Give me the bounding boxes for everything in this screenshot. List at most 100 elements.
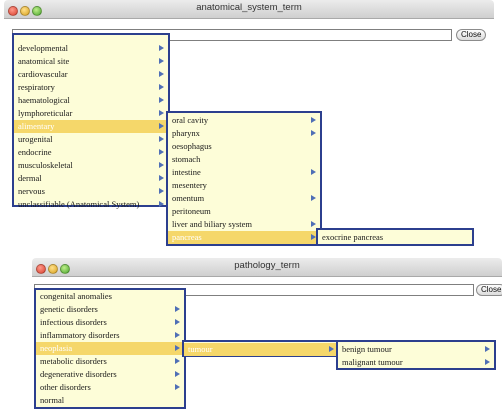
menu-item-label: nervous [18,186,45,196]
menu-item-normal[interactable]: normal [36,394,184,407]
menu-item-label: infectious disorders [40,317,107,327]
anatomical-menu-level-2: oral cavity pharynx oesophagus stomach intes… [166,111,322,246]
menu-item-other-disorders[interactable]: other disorders [36,381,184,394]
menu-item-label: anatomical site [18,56,70,66]
submenu-arrow-icon [311,169,316,175]
submenu-arrow-icon [175,319,180,325]
pathology-menu-level-1: congenital anomalies genetic disorders inf… [34,288,186,409]
menu-item-label: unclassifiable (Anatomical System) [18,199,140,209]
menu-item-metabolic-disorders[interactable]: metabolic disorders [36,355,184,368]
menu-item-label: omentum [172,193,205,203]
window-title: pathology_term [234,260,300,271]
menu-item-lymphoreticular[interactable]: lymphoreticular [14,107,168,120]
menu-item-label: genetic disorders [40,304,98,314]
close-button[interactable]: Close [456,29,487,41]
menu-item-cardiovascular[interactable]: cardiovascular [14,68,168,81]
menu-item-mesentery[interactable]: mesentery [168,179,320,192]
menu-item-congenital-anomalies[interactable]: congenital anomalies [36,290,184,303]
window-titlebar[interactable]: pathology_term [32,258,502,277]
menu-item-dermal[interactable]: dermal [14,172,168,185]
menu-item-degenerative-disorders[interactable]: degenerative disorders [36,368,184,381]
menu-item-endocrine[interactable]: endocrine [14,146,168,159]
menu-item-intestine[interactable]: intestine [168,166,320,179]
menu-item-genetic-disorders[interactable]: genetic disorders [36,303,184,316]
menu-item-anatomical-site[interactable]: anatomical site [14,55,168,68]
menu-item-benign-tumour[interactable]: benign tumour [338,343,494,356]
menu-item-label: metabolic disorders [40,356,107,366]
menu-item-nervous[interactable]: nervous [14,185,168,198]
submenu-arrow-icon [159,175,164,181]
submenu-arrow-icon [329,346,334,352]
menu-item-exocrine-pancreas[interactable]: exocrine pancreas [318,231,472,244]
submenu-arrow-icon [159,201,164,207]
submenu-arrow-icon [159,136,164,142]
menu-item-omentum[interactable]: omentum [168,192,320,205]
menu-item-label: pharynx [172,128,200,138]
submenu-arrow-icon [311,221,316,227]
anatomical-menu-level-1: developmental anatomical site cardiovascul… [12,33,170,209]
menu-item-tumour[interactable]: tumour [184,343,338,356]
window-content: Close developmental anatomical site cardio… [4,19,494,250]
menu-item-pancreas[interactable]: pancreas [168,231,320,244]
close-button[interactable]: Close [476,284,502,296]
submenu-arrow-icon [159,84,164,90]
menu-item-label: haematological [18,95,70,105]
menu-item-label: oesophagus [172,141,212,151]
submenu-arrow-icon [159,71,164,77]
submenu-arrow-icon [159,45,164,51]
menu-item-pharynx[interactable]: pharynx [168,127,320,140]
menu-item-label: dermal [18,173,42,183]
menu-item-label: oral cavity [172,115,209,125]
menu-item-stomach[interactable]: stomach [168,153,320,166]
submenu-arrow-icon [485,359,490,365]
menu-item-malignant-tumour[interactable]: malignant tumour [338,356,494,369]
menu-item-developmental[interactable]: developmental [14,42,168,55]
menu-item-label: congenital anomalies [40,291,112,301]
menu-item-label: mesentery [172,180,207,190]
menu-item-neoplasia[interactable]: neoplasia [36,342,184,355]
menu-item-label: pancreas [172,232,202,242]
submenu-arrow-icon [485,346,490,352]
menu-item-liver-and-biliary-system[interactable]: liver and biliary system [168,218,320,231]
menu-item-oral-cavity[interactable]: oral cavity [168,114,320,127]
menu-item-label: developmental [18,43,69,53]
pathology-menu-level-3: benign tumour malignant tumour [336,340,496,370]
submenu-arrow-icon [175,371,180,377]
menu-item-inflammatory-disorders[interactable]: inflammatory disorders [36,329,184,342]
submenu-arrow-icon [175,306,180,312]
menu-item-label: exocrine pancreas [322,232,384,242]
submenu-arrow-icon [311,117,316,123]
menu-item-respiratory[interactable]: respiratory [14,81,168,94]
menu-item-peritoneum[interactable]: peritoneum [168,205,320,218]
submenu-arrow-icon [159,188,164,194]
menu-item-label: urogenital [18,134,53,144]
submenu-arrow-icon [175,345,180,351]
menu-item-urogenital[interactable]: urogenital [14,133,168,146]
menu-item-musculoskeletal[interactable]: musculoskeletal [14,159,168,172]
submenu-arrow-icon [311,195,316,201]
submenu-arrow-icon [159,58,164,64]
menu-item-unclassifiable-anatomical-system[interactable]: unclassifiable (Anatomical System) [14,198,168,211]
submenu-arrow-icon [175,384,180,390]
menu-item-label: normal [40,395,65,405]
window-title: anatomical_system_term [196,2,302,13]
menu-item-label: lymphoreticular [18,108,73,118]
menu-item-label: peritoneum [172,206,211,216]
menu-item-label: respiratory [18,82,55,92]
menu-item-haematological[interactable]: haematological [14,94,168,107]
menu-item-alimentary[interactable]: alimentary [14,120,168,133]
window-titlebar[interactable]: anatomical_system_term [4,0,494,19]
pathology-window: pathology_term Close congenital anomalie… [32,258,502,409]
menu-item-oesophagus[interactable]: oesophagus [168,140,320,153]
submenu-arrow-icon [175,358,180,364]
menu-item-label: tumour [188,344,213,354]
submenu-arrow-icon [159,162,164,168]
submenu-arrow-icon [311,130,316,136]
anatomical-menu-level-3: exocrine pancreas [316,228,474,246]
window-content: Close congenital anomalies genetic disord… [32,277,502,409]
menu-item-label: benign tumour [342,344,392,354]
anatomical-system-window: anatomical_system_term Close development… [4,0,494,250]
menu-item-label: cardiovascular [18,69,68,79]
menu-item-infectious-disorders[interactable]: infectious disorders [36,316,184,329]
menu-item-label: stomach [172,154,201,164]
